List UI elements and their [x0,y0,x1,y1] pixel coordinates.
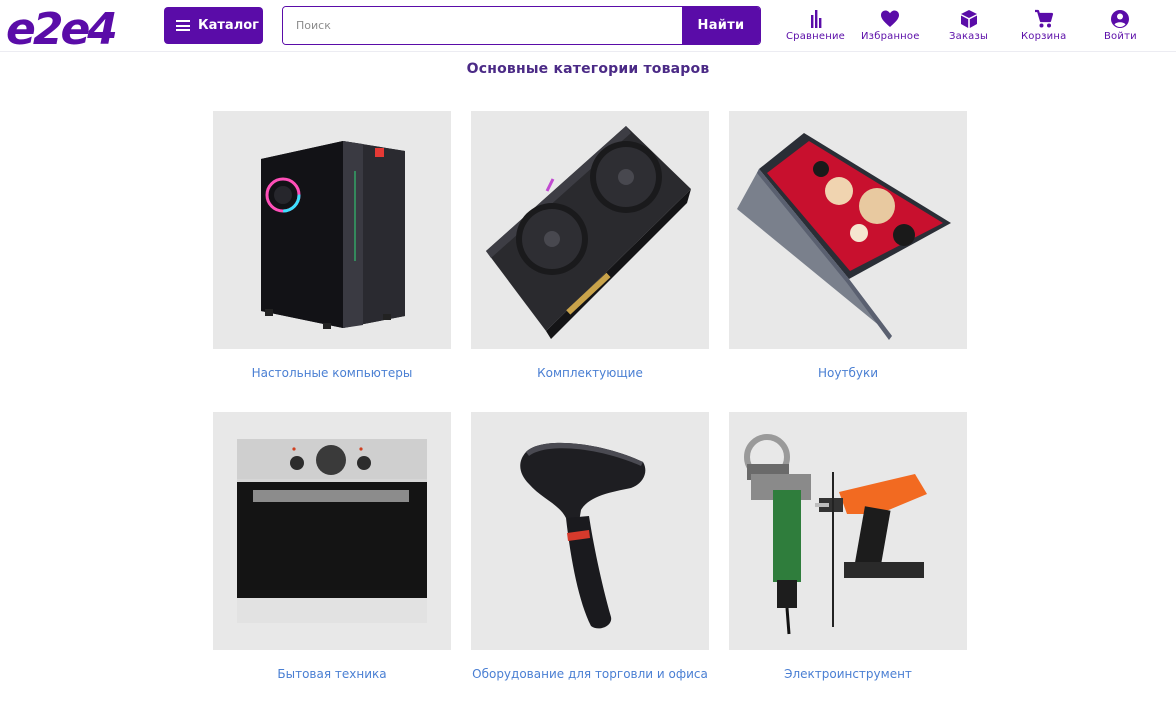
category-image [213,412,451,650]
box-icon [960,10,977,28]
category-card-desktops[interactable]: Настольные компьютеры [213,111,451,380]
category-image [471,111,709,349]
category-image [729,111,967,349]
nav-orders-label: Заказы [949,31,989,42]
nav-favorites[interactable]: Избранное [861,8,920,42]
category-image [471,412,709,650]
search-button[interactable]: Найти [682,7,760,44]
category-label[interactable]: Ноутбуки [729,366,967,380]
nav-login-label: Войти [1104,31,1137,42]
nav-cart[interactable]: Корзина [1021,8,1066,42]
svg-text:e2e4: e2e4 [6,4,115,48]
category-label[interactable]: Комплектующие [471,366,709,380]
power-tools-image [744,434,927,635]
page-title: Основные категории товаров [466,61,710,77]
category-label[interactable]: Бытовая техника [213,667,451,681]
category-label[interactable]: Оборудование для торговли и офиса [471,667,709,681]
compare-icon [810,10,821,28]
category-image [729,412,967,650]
nav-favorites-label: Избранное [861,31,920,42]
cart-icon [1034,9,1053,28]
user-icon [1111,10,1130,28]
graphics-card-image [486,126,691,339]
category-card-components[interactable]: Комплектующие [471,111,709,380]
catalog-button[interactable]: Каталог [164,7,263,44]
category-card-office-equipment[interactable]: Оборудование для торговли и офиса [471,412,709,681]
category-image [213,111,451,349]
nav-login[interactable]: Войти [1104,8,1137,42]
nav-compare[interactable]: Сравнение [786,8,845,42]
site-header: e2e4 Каталог Найти Сравнение Избранное З… [0,0,1176,52]
category-label[interactable]: Настольные компьютеры [213,366,451,380]
e2e4-logo[interactable]: e2e4 [4,4,150,48]
nav-compare-label: Сравнение [786,31,846,42]
category-card-power-tools[interactable]: Электроинструмент [729,412,967,681]
category-label[interactable]: Электроинструмент [729,667,967,681]
desktop-pc-image [261,141,405,329]
nav-orders[interactable]: Заказы [949,8,988,42]
heart-icon [881,10,900,27]
nav-cart-label: Корзина [1021,31,1067,42]
category-card-appliances[interactable]: Бытовая техника [213,412,451,681]
menu-icon [176,20,190,31]
oven-image [237,439,427,623]
catalog-button-label: Каталог [198,18,259,33]
search-input[interactable] [283,7,682,44]
barcode-scanner-image [520,442,646,629]
laptop-image [737,133,951,340]
search-bar: Найти [282,6,761,45]
category-card-laptops[interactable]: Ноутбуки [729,111,967,380]
